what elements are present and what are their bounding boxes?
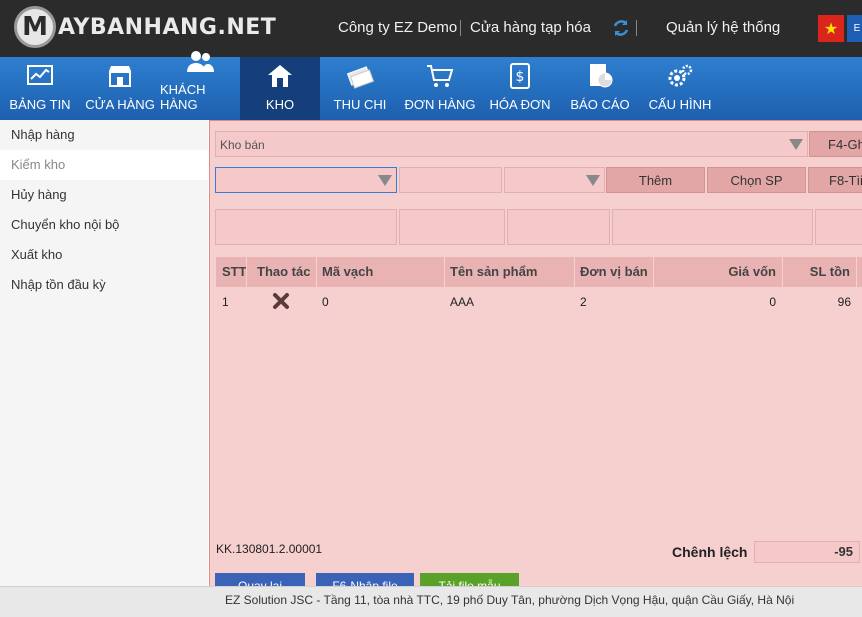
nav-label: CẤU HÌNH — [648, 97, 712, 112]
table-header: STT Thao tác Mã vạch Tên sản phẩm Đơn vị… — [216, 257, 862, 287]
column-header-cost: Giá vốn — [728, 264, 776, 279]
company-name[interactable]: Công ty EZ Demo — [338, 19, 457, 36]
nav-label: CỬA HÀNG — [85, 97, 155, 112]
cart-icon — [425, 63, 455, 89]
footer-address: EZ Solution JSC - Tầng 11, tòa nhà TTC, … — [225, 593, 795, 607]
nav-cashflow[interactable]: THU CHI — [320, 57, 400, 120]
column-header-stt: STT — [222, 264, 247, 279]
product-select[interactable] — [215, 167, 397, 193]
main-nav: BẢNG TIN CỬA HÀNG KHÁCH HÀNG KHO THU CHI… — [0, 51, 862, 120]
money-icon — [345, 63, 375, 89]
info-box-1[interactable] — [215, 209, 397, 245]
cell-barcode: 0 — [322, 295, 329, 309]
nav-label: KHÁCH HÀNG — [160, 82, 206, 112]
warehouse-icon — [265, 63, 295, 89]
divider — [636, 20, 637, 36]
choose-product-button[interactable]: Chọn SP — [707, 167, 806, 193]
top-bar: M AYBANHANG.NET Công ty EZ Demo Cửa hàng… — [0, 0, 862, 57]
cell-product-name: AAA — [450, 295, 475, 309]
sidebar-item-stocktake[interactable]: Kiểm kho — [0, 150, 208, 180]
invoice-icon: $ — [505, 63, 535, 89]
info-box-5[interactable] — [815, 209, 862, 245]
customers-icon — [185, 48, 215, 74]
nav-label: BÁO CÁO — [570, 97, 630, 112]
vietnam-flag-icon[interactable]: ★ — [818, 15, 844, 42]
dashboard-icon — [25, 63, 55, 89]
divider — [460, 20, 461, 36]
nav-label: KHO — [265, 97, 295, 112]
nav-dashboard[interactable]: BẢNG TIN — [0, 57, 80, 120]
sidebar-item-import[interactable]: Nhập hàng — [0, 120, 208, 150]
delete-icon[interactable] — [272, 292, 290, 310]
info-box-4[interactable] — [612, 209, 813, 245]
nav-customers[interactable]: KHÁCH HÀNG — [160, 51, 240, 120]
column-header-actions: Thao tác — [257, 264, 311, 279]
footer: EZ Solution JSC - Tầng 11, tòa nhà TTC, … — [0, 586, 862, 617]
refresh-icon[interactable] — [611, 18, 631, 38]
unit-select[interactable] — [504, 167, 605, 193]
nav-store[interactable]: CỬA HÀNG — [80, 57, 160, 120]
nav-label: THU CHI — [333, 97, 387, 112]
column-header-product-name: Tên sản phẩm — [450, 264, 538, 279]
chevron-down-icon — [789, 139, 803, 150]
add-button[interactable]: Thêm — [606, 167, 705, 193]
svg-text:$: $ — [516, 69, 525, 85]
sidebar-item-opening-stock[interactable]: Nhập tồn đầu kỳ — [0, 270, 208, 300]
nav-label: HÓA ĐƠN — [489, 97, 551, 112]
nav-label: BẢNG TIN — [9, 97, 71, 112]
warehouse-select[interactable]: Kho bán — [215, 131, 808, 157]
nav-invoices[interactable]: $ HÓA ĐƠN — [480, 57, 560, 120]
store-name[interactable]: Cửa hàng tạp hóa — [470, 19, 591, 36]
f8-search-button[interactable]: F8-Tìi — [808, 167, 862, 193]
sidebar-item-cancel[interactable]: Hủy hàng — [0, 180, 208, 210]
cell-stt: 1 — [222, 295, 229, 309]
report-icon — [585, 63, 615, 89]
sidebar-item-export[interactable]: Xuất kho — [0, 240, 208, 270]
cell-cost: 0 — [769, 295, 776, 309]
difference-value: -95 — [754, 541, 860, 563]
cell-unit: 2 — [580, 295, 587, 309]
column-header-stock: SL tồn — [809, 264, 850, 279]
quantity-input[interactable] — [399, 167, 502, 193]
info-box-3[interactable] — [507, 209, 610, 245]
chevron-down-icon — [586, 175, 600, 186]
store-icon — [105, 63, 135, 89]
cell-stock: 96 — [837, 295, 851, 309]
warehouse-select-value: Kho bán — [220, 138, 265, 152]
column-header-unit: Đơn vị bán — [580, 264, 648, 279]
difference-label: Chênh lệch — [672, 544, 748, 560]
sidebar: Nhập hàng Kiểm kho Hủy hàng Chuyển kho n… — [0, 120, 208, 586]
nav-reports[interactable]: BÁO CÁO — [560, 57, 640, 120]
system-admin-link[interactable]: Quản lý hệ thống — [666, 19, 780, 36]
chevron-down-icon — [378, 175, 392, 186]
sidebar-item-transfer[interactable]: Chuyển kho nội bộ — [0, 210, 208, 240]
document-code: KK.130801.2.00001 — [216, 542, 323, 556]
logo-text: AYBANHANG.NET — [58, 14, 277, 40]
f4-button[interactable]: F4-Gh — [809, 131, 862, 157]
logo-mark: M — [14, 6, 56, 48]
stocktake-panel: Kho bán F4-Gh Thêm Chọn SP F8-Tìi STT Th… — [209, 120, 862, 599]
nav-settings[interactable]: CẤU HÌNH — [640, 57, 720, 120]
column-header-barcode: Mã vạch — [322, 264, 374, 279]
nav-label: ĐƠN HÀNG — [404, 97, 476, 112]
settings-icon — [665, 63, 695, 89]
nav-orders[interactable]: ĐƠN HÀNG — [400, 57, 480, 120]
english-flag-icon[interactable]: E — [847, 15, 862, 42]
nav-warehouse[interactable]: KHO — [240, 57, 320, 120]
logo[interactable]: M AYBANHANG.NET — [14, 6, 277, 48]
info-box-2[interactable] — [399, 209, 505, 245]
